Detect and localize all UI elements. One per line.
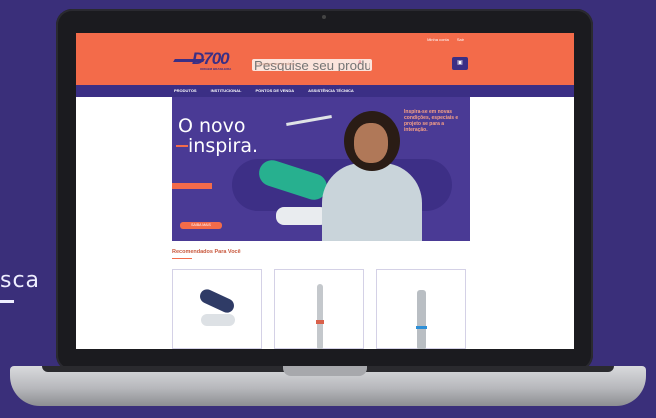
nav-item-points-of-sale[interactable]: PONTOS DE VENDA bbox=[256, 88, 295, 93]
laptop-screen: Minha conta Sair D700 ORIGEM BRASILEIRA … bbox=[76, 33, 574, 349]
hero-banner[interactable]: O novo inspira. Inspira-se em novas cond… bbox=[172, 97, 470, 241]
nav-item-institutional[interactable]: INSTITUCIONAL bbox=[211, 88, 242, 93]
banner-headline-1: O novo bbox=[178, 115, 246, 137]
logo-subtitle: ORIGEM BRASILEIRA bbox=[200, 67, 232, 71]
turbine-image bbox=[417, 290, 426, 349]
logo-text: D700 bbox=[192, 49, 230, 68]
banner-stripe bbox=[172, 183, 212, 189]
handpiece-image bbox=[317, 284, 323, 349]
caption-dash bbox=[0, 300, 14, 303]
account-link[interactable]: Minha conta bbox=[427, 37, 449, 42]
laptop-notch bbox=[283, 366, 367, 376]
dental-lamp-arm bbox=[286, 115, 332, 126]
recommended-title: Recomendados Para Você bbox=[172, 249, 241, 255]
search-icon[interactable]: ⌕ bbox=[358, 59, 362, 67]
logout-link[interactable]: Sair bbox=[457, 37, 464, 42]
dental-chair-base-image bbox=[201, 314, 235, 326]
person-body bbox=[322, 163, 422, 241]
product-card[interactable] bbox=[376, 269, 466, 349]
recommended-underline bbox=[172, 258, 192, 259]
nav-item-technical-assistance[interactable]: ASSISTÊNCIA TÉCNICA bbox=[308, 88, 354, 93]
dental-chair-image bbox=[197, 287, 237, 315]
main-nav: PRODUTOS INSTITUCIONAL PONTOS DE VENDA A… bbox=[76, 85, 574, 97]
person-face bbox=[354, 123, 388, 163]
banner-tagline: Inspira-se em novas condições, especiais… bbox=[404, 109, 459, 133]
banner-accent-line bbox=[176, 145, 188, 147]
webcam-icon bbox=[322, 15, 326, 19]
utility-links: Minha conta Sair bbox=[427, 37, 464, 42]
product-card[interactable] bbox=[274, 269, 364, 349]
banner-cta-button[interactable]: SAIBA MAIS bbox=[180, 222, 222, 229]
banner-headline-2: inspira. bbox=[188, 135, 259, 157]
site-logo[interactable]: D700 ORIGEM BRASILEIRA bbox=[173, 49, 244, 75]
search-placeholder: Pesquise seu produto bbox=[256, 61, 295, 66]
turbine-ring bbox=[416, 326, 427, 329]
background-caption: sca bbox=[0, 268, 41, 293]
handpiece-ring bbox=[316, 320, 324, 324]
nav-item-products[interactable]: PRODUTOS bbox=[174, 88, 197, 93]
dental-chair-base bbox=[276, 207, 328, 225]
product-card[interactable] bbox=[172, 269, 262, 349]
cart-icon[interactable]: ▣ bbox=[452, 57, 468, 70]
laptop-lid: Minha conta Sair D700 ORIGEM BRASILEIRA … bbox=[56, 9, 593, 371]
